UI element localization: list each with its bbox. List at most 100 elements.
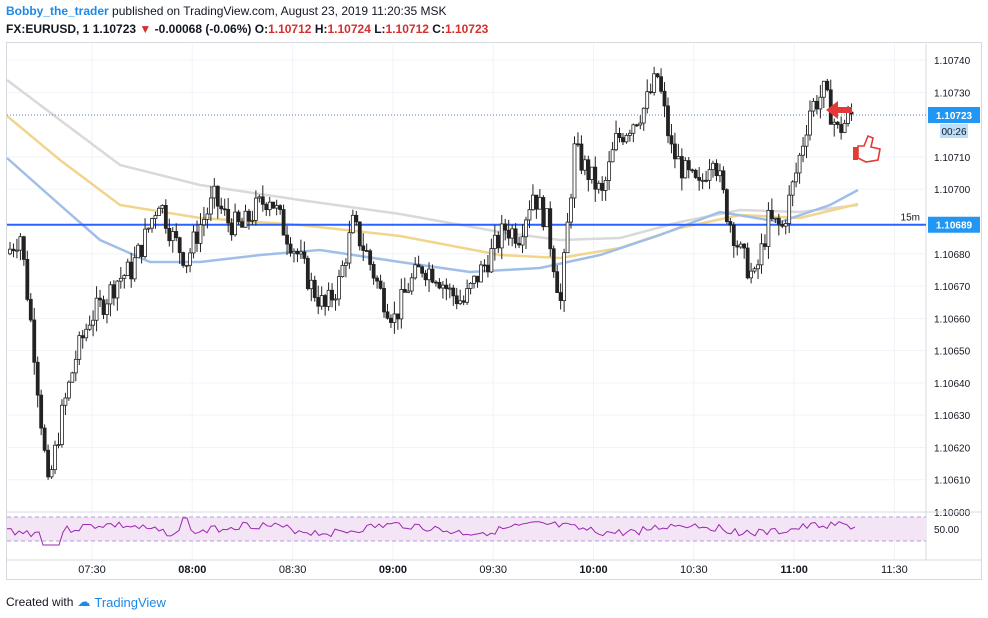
candle-down [731, 224, 736, 247]
candle-up [756, 264, 760, 270]
level-price-text: 1.10689 [936, 221, 973, 232]
candle-down [35, 361, 40, 396]
candle-down [163, 205, 168, 229]
candle-up [458, 300, 463, 305]
candle-down [776, 217, 781, 225]
candle-down [305, 258, 310, 290]
tradingview-logo-icon: ☁ [77, 594, 91, 609]
candle-up [700, 179, 705, 182]
candle-down [586, 159, 591, 180]
candle-down [593, 166, 598, 190]
candle-down [247, 210, 251, 222]
tradingview-link[interactable]: TradingView [94, 595, 166, 610]
candle-down [534, 194, 539, 210]
candle-down [815, 100, 819, 110]
price-chart[interactable]: 15m 1.10689 1.10723 00:26 1.10740 1.10730 1.1… [0, 0, 988, 618]
candle-up [60, 404, 64, 445]
candle-down [21, 236, 26, 260]
price-tick: 1.10610 [934, 476, 971, 487]
candle-up [766, 210, 771, 247]
candle-up [292, 250, 296, 254]
candle-down [780, 223, 785, 227]
candle-down [673, 143, 677, 160]
candle-down [839, 124, 844, 133]
candle-down [281, 209, 286, 236]
candle-down [496, 234, 501, 249]
candle-up [184, 264, 189, 267]
candle-up [842, 122, 847, 133]
candle-up [153, 215, 158, 219]
candle-up [707, 169, 712, 181]
price-tick: 1.10630 [934, 411, 971, 422]
candle-down [659, 76, 663, 92]
candle-down [541, 197, 546, 228]
time-tick: 11:00 [780, 564, 808, 576]
candle-up [787, 194, 792, 224]
candle-down [42, 427, 47, 451]
time-tick: 09:30 [479, 564, 507, 576]
candle-down [461, 300, 466, 303]
candle-down [475, 275, 480, 283]
candle-down [25, 259, 30, 300]
candle-up [676, 156, 681, 160]
candle-down [721, 170, 726, 191]
candle-up [821, 80, 826, 98]
candle-up [150, 218, 154, 229]
candle-down [368, 250, 373, 265]
candle-up [794, 172, 799, 183]
candle-down [181, 252, 186, 266]
candle-up [84, 328, 89, 339]
rsi-band [7, 517, 926, 541]
candle-up [524, 219, 528, 238]
candle-up [392, 313, 397, 323]
candle-down [371, 264, 376, 279]
candle-down [101, 299, 106, 315]
candle-down [430, 268, 435, 283]
candle-down [686, 160, 691, 171]
candle-up [274, 205, 279, 209]
rsi-pane[interactable]: 50.00 [6, 511, 982, 546]
candle-up [53, 444, 57, 471]
candle-up [253, 197, 258, 221]
candle-up [122, 275, 127, 279]
candle-down [437, 281, 442, 289]
time-axis[interactable]: 07:30 08:00 08:30 09:00 09:30 10:00 10:30 11:00… [78, 564, 908, 576]
candle-up [427, 268, 431, 281]
candle-down [226, 208, 231, 224]
candle-up [631, 124, 636, 134]
candle-down [697, 177, 702, 181]
candle-down [219, 205, 224, 210]
candle-up [108, 284, 113, 305]
candle-up [56, 444, 61, 446]
candle-up [544, 208, 549, 228]
candle-down [704, 179, 708, 182]
candle-up [299, 251, 303, 255]
candle-up [340, 265, 345, 277]
candle-up [208, 197, 213, 215]
candle-up [143, 228, 147, 257]
candle-down [195, 231, 199, 244]
candle-down [167, 227, 172, 242]
candle-down [260, 196, 265, 205]
candle-down [222, 208, 227, 211]
candle-down [724, 189, 729, 222]
candle-down [323, 295, 328, 307]
candle-up [309, 279, 314, 290]
candle-down [312, 279, 317, 298]
ma-mid-line [6, 115, 859, 260]
candle-down [129, 261, 134, 280]
candle-down [240, 221, 244, 228]
candle-up [492, 234, 497, 250]
candle-up [94, 297, 99, 321]
candle-down [215, 185, 220, 207]
candle-up [205, 213, 210, 220]
price-tick: 1.10600 [934, 508, 971, 519]
price-tick: 1.10670 [934, 282, 971, 293]
candle-down [451, 287, 456, 297]
candle-down [825, 80, 830, 91]
candle-up [808, 110, 812, 136]
candle-up [607, 161, 612, 181]
candle-down [666, 105, 670, 137]
candle-up [846, 111, 850, 124]
price-tick: 1.10660 [934, 314, 971, 325]
